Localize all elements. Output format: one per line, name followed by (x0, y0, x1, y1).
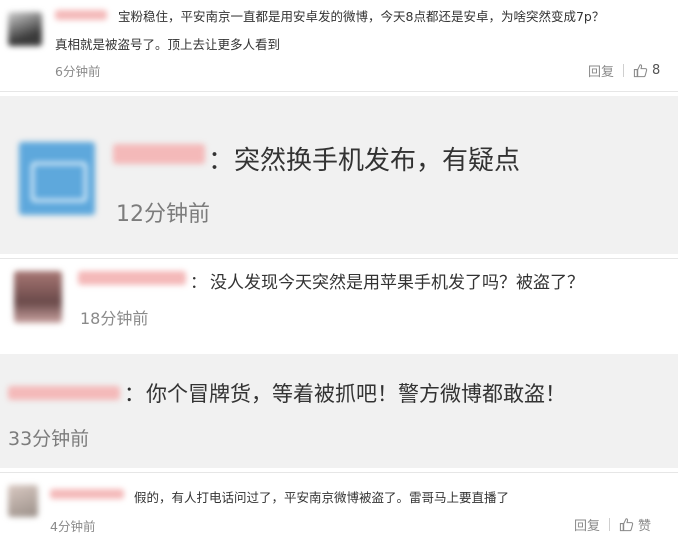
thumbs-up-icon (619, 518, 634, 532)
separator (0, 91, 678, 92)
reply-button[interactable]: 回复 (588, 61, 614, 80)
username[interactable] (8, 386, 120, 400)
like-button[interactable]: 赞 (619, 515, 651, 534)
like-label: 赞 (638, 519, 652, 534)
colon: ： (190, 273, 207, 293)
thumbs-up-icon (633, 64, 648, 78)
comment-text: 宝粉稳住，平安南京一直都是用安卓发的微博，今天8点都还是安卓，为啥突然变成7p？ (118, 9, 605, 24)
username[interactable] (113, 144, 205, 164)
comment-text: 突然换手机发布，有疑点 (234, 146, 521, 176)
comment-text: 假的，有人打电话问过了，平安南京微博被盗了。雷哥马上要直播了 (134, 490, 510, 505)
comment-1: 宝粉稳住，平安南京一直都是用安卓发的微博，今天8点都还是安卓，为啥突然变成7p？… (0, 0, 678, 88)
comment-time: 12分钟前 (116, 202, 210, 227)
avatar[interactable] (14, 271, 62, 323)
colon: ： (208, 146, 235, 176)
comment-actions: 回复 赞 (574, 515, 651, 534)
comment-time: 4分钟前 (50, 519, 96, 534)
avatar[interactable] (19, 142, 95, 215)
divider (623, 64, 625, 77)
reply-button[interactable]: 回复 (574, 515, 600, 534)
username[interactable] (78, 271, 186, 285)
comment-4: ： 你个冒牌货，等着被抓吧！警方微博都敢盗！ 33分钟前 (0, 354, 678, 468)
username[interactable] (55, 10, 107, 20)
comment-5: 假的，有人打电话问过了，平安南京微博被盗了。雷哥马上要直播了 4分钟前 回复 赞 (0, 472, 678, 540)
avatar[interactable] (8, 12, 42, 46)
comment-text: 你个冒牌货，等着被抓吧！警方微博都敢盗！ (146, 382, 566, 406)
comment-time: 6分钟前 (55, 64, 101, 79)
comment-text: 没人发现今天突然是用苹果手机发了吗？被盗了？ (210, 273, 584, 293)
comment-text-line2: 真相就是被盗号了。顶上去让更多人看到 (55, 37, 281, 52)
comment-3: ： 没人发现今天突然是用苹果手机发了吗？被盗了？ 18分钟前 (0, 258, 678, 346)
comment-actions: 回复 8 (588, 61, 660, 80)
like-button[interactable]: 8 (633, 63, 660, 78)
comment-time: 18分钟前 (80, 309, 149, 328)
avatar[interactable] (8, 485, 38, 517)
colon: ： (124, 382, 145, 406)
comment-2: ： 突然换手机发布，有疑点 12分钟前 (0, 96, 678, 254)
comment-time: 33分钟前 (8, 428, 90, 450)
username[interactable] (50, 489, 124, 499)
like-count: 8 (652, 63, 661, 78)
divider (609, 518, 611, 531)
